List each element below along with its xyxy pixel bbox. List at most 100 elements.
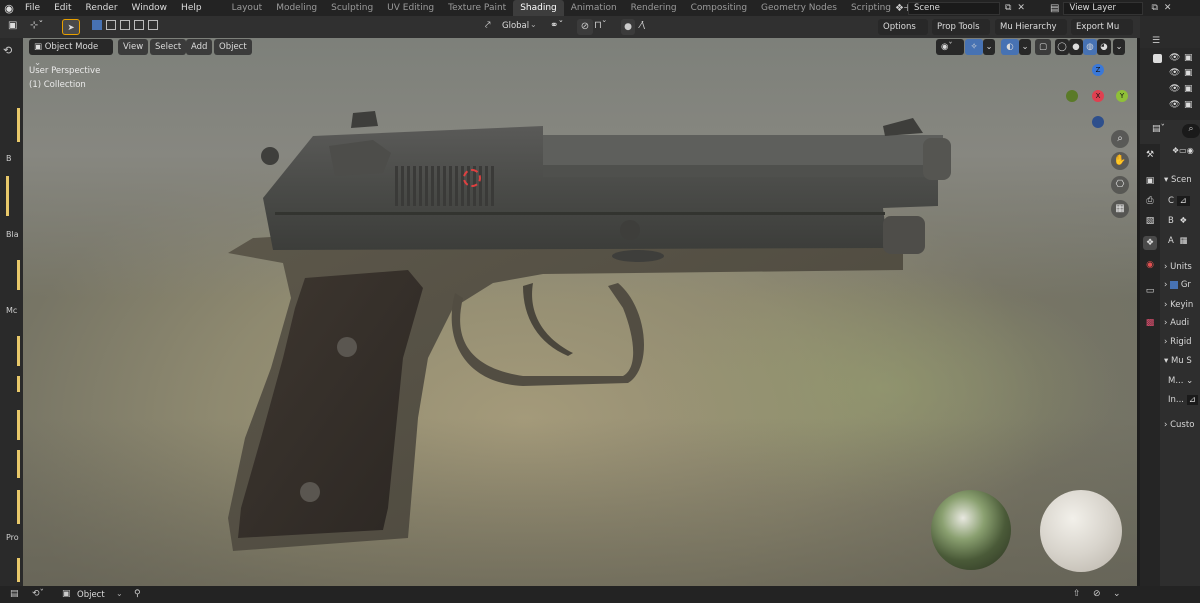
falloff-icon[interactable]: ⁄\ <box>640 20 645 31</box>
axis-z-icon[interactable]: Z <box>1092 64 1104 76</box>
object-type-icon[interactable]: ▣ <box>62 589 71 599</box>
snap-icon[interactable]: ⊘ <box>1093 589 1101 599</box>
menu-file[interactable]: File <box>18 0 47 16</box>
options-dropdown[interactable]: Options ⌄ <box>878 19 928 48</box>
select-box-icon[interactable] <box>92 20 102 30</box>
camera-icon[interactable]: ⎔ <box>1111 176 1129 194</box>
gizmo-icon[interactable]: ✧ <box>965 39 983 55</box>
close-icon[interactable]: ✕ <box>1017 3 1025 13</box>
editor-type-icon[interactable]: ▣ <box>8 20 17 31</box>
scene-panel-header[interactable]: ▾ Scen <box>1164 175 1192 185</box>
editor-type-icon[interactable]: ▤ <box>10 589 19 599</box>
3d-cursor-icon[interactable] <box>463 169 481 187</box>
tab-compositing[interactable]: Compositing <box>684 0 754 16</box>
select-subtract-icon[interactable] <box>120 20 130 30</box>
perspective-grid-icon[interactable]: ▦ <box>1111 200 1129 218</box>
filter-icon[interactable]: ☰ <box>1152 36 1160 46</box>
checkbox-icon[interactable] <box>1153 54 1162 63</box>
export-mu-dropdown[interactable]: Export Mu ⌄ <box>1071 19 1133 35</box>
refresh-icon[interactable]: ⟲ <box>3 44 12 57</box>
tool-tab-icon[interactable]: ⚒ <box>1143 148 1157 162</box>
proportional-edit-icon[interactable]: ● <box>621 19 635 35</box>
render-camera-icon[interactable]: ▣ <box>1184 84 1193 94</box>
search-icon[interactable]: ⌕ <box>1182 124 1200 138</box>
keying-sets-section[interactable]: › Keyin <box>1164 300 1193 310</box>
gravity-section[interactable]: › Gr <box>1164 280 1191 290</box>
select-invert-icon[interactable] <box>134 20 144 30</box>
tab-shading[interactable]: Shading <box>513 0 564 16</box>
tab-texture-paint[interactable]: Texture Paint <box>441 0 513 16</box>
overlay-icon[interactable]: ◐ <box>1001 39 1019 55</box>
tab-uv-editing[interactable]: UV Editing <box>380 0 441 16</box>
view-menu[interactable]: View <box>118 39 149 55</box>
wireframe-shading-icon[interactable]: ◯ <box>1055 39 1069 55</box>
visibility-icon[interactable]: ◉ˇ <box>936 39 964 55</box>
view-layer-icon[interactable]: ▤ <box>1050 3 1059 14</box>
eye-icon[interactable]: 👁 <box>1169 68 1180 78</box>
tab-geometry-nodes[interactable]: Geometry Nodes <box>754 0 844 16</box>
mu-row-in[interactable]: In... ⊿ <box>1168 395 1198 405</box>
audio-section[interactable]: › Audi <box>1164 318 1189 328</box>
tab-layout[interactable]: Layout <box>225 0 270 16</box>
snap-target-icon[interactable]: ⊓ˇ <box>594 20 607 31</box>
axis-neg-y-icon[interactable] <box>1066 90 1078 102</box>
copy-icon[interactable]: ⧉ <box>1005 3 1011 13</box>
scene-tab-icon[interactable]: ❖ <box>1143 236 1157 250</box>
blender-logo-icon[interactable]: ◉ <box>0 0 18 16</box>
camera-row[interactable]: C ⊿ <box>1168 196 1190 206</box>
axis-neg-z-icon[interactable] <box>1092 116 1104 128</box>
chevron-down-icon[interactable]: ⌄ <box>1113 39 1125 55</box>
tab-rendering[interactable]: Rendering <box>624 0 684 16</box>
mode-dropdown[interactable]: ▣ Object Mode ⌄ <box>29 39 113 68</box>
tab-modeling[interactable]: Modeling <box>269 0 324 16</box>
scene-icon[interactable]: ❖ <box>895 3 904 14</box>
menu-render[interactable]: Render <box>79 0 125 16</box>
prop-tools-dropdown[interactable]: Prop Tools ⌄ <box>932 19 990 48</box>
object-dropdown[interactable]: Object <box>77 590 105 600</box>
scene-name-field[interactable]: Scene <box>907 1 1000 15</box>
transform-orientation-dropdown[interactable]: Global <box>502 21 529 31</box>
pivot-point-icon[interactable]: ⚭ˇ <box>550 20 563 31</box>
world-tab-icon[interactable]: ◉ <box>1143 258 1157 272</box>
texture-tab-icon[interactable]: ▩ <box>1143 316 1157 330</box>
chevron-down-icon[interactable]: ⌄ <box>983 39 995 55</box>
active-clip-row[interactable]: A ▦ <box>1168 236 1191 246</box>
pin-icon[interactable]: ⚲ <box>134 589 141 599</box>
rendered-shading-icon[interactable]: ◕ <box>1097 39 1111 55</box>
tab-sculpting[interactable]: Sculpting <box>324 0 380 16</box>
editor-type-icon[interactable]: ▤ˇ <box>1152 124 1165 134</box>
custom-properties-section[interactable]: › Custo <box>1164 420 1194 430</box>
render-tab-icon[interactable]: ▣ <box>1143 174 1157 188</box>
arrow-up-icon[interactable]: ⇧ <box>1073 589 1081 599</box>
3d-viewport[interactable]: User Perspective (1) Collection ▣ Object… <box>23 38 1137 586</box>
close-icon[interactable]: ✕ <box>1164 3 1172 13</box>
chevron-down-icon[interactable]: ⌄ <box>1113 589 1121 599</box>
output-tab-icon[interactable]: ⎙ <box>1143 194 1157 208</box>
eye-icon[interactable]: 👁 <box>1169 53 1180 63</box>
xray-icon[interactable]: ▢ <box>1035 39 1051 55</box>
orientation-icon[interactable]: ⤤ <box>485 20 491 31</box>
zoom-icon[interactable]: ⌕ <box>1111 130 1129 148</box>
transform-pivot-icon[interactable]: ⊹ˇ <box>30 20 43 31</box>
render-camera-icon[interactable]: ▣ <box>1184 68 1193 78</box>
render-camera-icon[interactable]: ▣ <box>1184 53 1193 63</box>
hand-pan-icon[interactable]: ✋ <box>1111 152 1129 170</box>
add-menu[interactable]: Add <box>186 39 213 55</box>
menu-edit[interactable]: Edit <box>47 0 78 16</box>
mu-scene-section[interactable]: ▾ Mu S <box>1164 356 1192 366</box>
solid-shading-icon[interactable]: ● <box>1069 39 1083 55</box>
tab-animation[interactable]: Animation <box>564 0 624 16</box>
chevron-down-icon[interactable]: ⌄ <box>1019 39 1031 55</box>
material-shading-icon[interactable]: ◍ <box>1083 39 1097 55</box>
select-intersect-icon[interactable] <box>148 20 158 30</box>
select-extend-icon[interactable] <box>106 20 116 30</box>
units-section[interactable]: › Units <box>1164 262 1192 272</box>
collection-tab-icon[interactable]: ▭ <box>1143 284 1157 298</box>
view-layer-field[interactable]: View Layer <box>1063 1 1144 15</box>
menu-help[interactable]: Help <box>174 0 209 16</box>
chevron-down-icon[interactable]: ⌄ <box>116 589 123 598</box>
axis-x-icon[interactable]: X <box>1092 90 1104 102</box>
render-camera-icon[interactable]: ▣ <box>1184 100 1193 110</box>
object-menu[interactable]: Object <box>214 39 252 55</box>
snap-icon[interactable]: ⊘ <box>577 19 593 35</box>
